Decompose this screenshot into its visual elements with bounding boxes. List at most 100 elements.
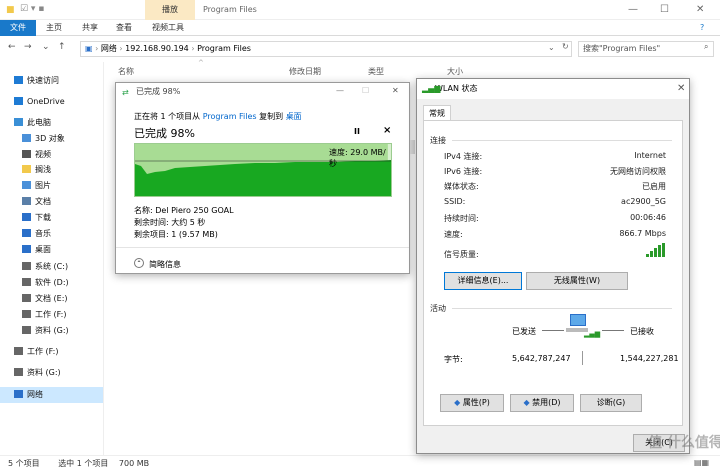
back-icon[interactable]: ← — [8, 42, 16, 52]
file-name: 名称: Del Piero 250 GOAL — [134, 206, 234, 215]
sidebar-item[interactable]: 图片 — [22, 179, 51, 193]
properties-button[interactable]: ◆ 属性(P) — [440, 394, 504, 412]
diagnose-button[interactable]: 诊断(G) — [580, 394, 642, 412]
ipv6-value: 无网络访问权限 — [610, 167, 666, 176]
sidebar-item[interactable]: 网络 — [14, 388, 43, 402]
fewer-details-toggle[interactable]: 简略信息 — [149, 259, 181, 270]
collapse-icon[interactable]: ⌃ — [134, 258, 144, 268]
sidebar-item[interactable]: 工作 (F:) — [14, 345, 58, 359]
forward-icon[interactable]: → — [24, 42, 32, 52]
sidebar-item[interactable]: 搁浅 — [22, 163, 51, 177]
source-link[interactable]: Program Files — [203, 112, 257, 121]
search-input[interactable]: 搜索"Program Files" — [578, 41, 714, 57]
star-icon — [14, 76, 23, 84]
network-computers-icon: ▂▄▆ — [566, 314, 600, 340]
document-icon — [22, 197, 31, 205]
tab-share[interactable]: 共享 — [82, 20, 98, 36]
sidebar-item-label: OneDrive — [27, 97, 65, 106]
address-dropdown-icon[interactable]: ⌄ — [548, 43, 555, 52]
speed-value: 866.7 Mbps — [619, 229, 666, 238]
recent-dropdown-icon[interactable]: ⌄ — [42, 42, 50, 52]
view-toggle-icons[interactable]: ▤▦ — [694, 458, 709, 467]
window-title: Program Files — [203, 5, 257, 14]
sidebar-item[interactable]: 3D 对象 — [22, 132, 65, 146]
sidebar-item[interactable]: 资料 (G:) — [14, 366, 61, 380]
maximize-button[interactable]: ☐ — [660, 4, 669, 15]
sidebar-item[interactable]: 快速访问 — [14, 74, 59, 88]
title-bar — [0, 0, 720, 20]
bytes-received-value: 1,544,227,281 — [620, 354, 679, 363]
breadcrumb-folder[interactable]: Program Files — [197, 44, 251, 53]
sidebar-item[interactable]: 音乐 — [22, 227, 51, 241]
tab-file[interactable]: 文件 — [0, 20, 36, 36]
maximize-button[interactable]: ☐ — [362, 86, 369, 95]
tab-view[interactable]: 查看 — [116, 20, 132, 36]
picture-icon — [22, 181, 31, 189]
activity-group-label: 活动 — [430, 304, 446, 313]
ipv6-label: IPv6 连接: — [444, 167, 483, 176]
drive-icon — [22, 310, 31, 318]
breadcrumb-network[interactable]: 网络 — [101, 44, 117, 53]
scrollbar-thumb[interactable] — [410, 140, 415, 154]
bytes-label: 字节: — [444, 355, 463, 364]
sidebar-item-label: 3D 对象 — [35, 134, 65, 143]
sidebar-item-label: 文档 — [35, 197, 51, 206]
minimize-button[interactable]: — — [336, 86, 344, 95]
duration-value: 00:06:46 — [630, 213, 666, 222]
signal-quality-label: 信号质量: — [444, 250, 479, 259]
sidebar-item-label: 资料 (G:) — [35, 326, 69, 335]
close-button[interactable]: ✕ — [677, 83, 685, 94]
column-name[interactable]: 名称 — [118, 66, 134, 77]
sidebar-item[interactable]: 文档 — [22, 195, 51, 209]
column-type[interactable]: 类型 — [368, 66, 384, 77]
tab-home[interactable]: 主页 — [46, 20, 62, 36]
sidebar-item[interactable]: 桌面 — [22, 243, 51, 257]
close-button[interactable]: ✕ — [696, 4, 704, 15]
sidebar-item-label: 快速访问 — [27, 76, 59, 85]
address-bar[interactable]: ▣ › 网络 › 192.168.90.194 › Program Files — [80, 41, 572, 57]
sidebar-item-label: 资料 (G:) — [27, 368, 61, 377]
sidebar-item[interactable]: 软件 (D:) — [22, 276, 69, 290]
speed-graph: 速度: 29.0 MB/秒 — [134, 143, 392, 197]
sent-label: 已发送 — [512, 327, 536, 336]
pause-button[interactable]: II — [354, 127, 360, 136]
up-icon[interactable]: ↑ — [58, 42, 66, 52]
video-icon — [22, 150, 31, 158]
sidebar-item[interactable]: 文档 (E:) — [22, 292, 68, 306]
ipv4-value: Internet — [634, 151, 666, 160]
tab-video-tools[interactable]: 视频工具 — [152, 20, 184, 36]
sidebar-item[interactable]: 下载 — [22, 211, 51, 225]
sidebar-item-label: 工作 (F:) — [35, 310, 67, 319]
wireless-properties-button[interactable]: 无线属性(W) — [526, 272, 628, 290]
sidebar-item[interactable]: OneDrive — [14, 95, 65, 109]
sidebar-item-label: 搁浅 — [35, 165, 51, 174]
sidebar-item[interactable]: 工作 (F:) — [22, 308, 66, 322]
disable-button[interactable]: ◆ 禁用(D) — [510, 394, 574, 412]
signal-bars-icon — [646, 243, 666, 257]
bytes-divider — [582, 351, 583, 365]
minimize-button[interactable]: — — [628, 4, 638, 15]
sidebar-item[interactable]: 资料 (G:) — [22, 324, 69, 338]
sidebar-item[interactable]: 此电脑 — [14, 116, 51, 130]
details-button[interactable]: 详细信息(E)... — [444, 272, 522, 290]
sidebar-item[interactable]: 视频 — [22, 148, 51, 162]
sidebar-item-label: 文档 (E:) — [35, 294, 68, 303]
destination-link[interactable]: 桌面 — [286, 112, 302, 121]
tab-play[interactable]: 播放 — [145, 4, 195, 15]
sidebar-item-label: 桌面 — [35, 245, 51, 254]
breadcrumb-host[interactable]: 192.168.90.194 — [125, 44, 189, 53]
column-date[interactable]: 修改日期 — [289, 66, 321, 77]
cancel-button[interactable]: × — [383, 125, 391, 136]
sidebar-item[interactable]: 系统 (C:) — [22, 260, 68, 274]
tab-general[interactable]: 常规 — [423, 105, 451, 121]
column-size[interactable]: 大小 — [447, 66, 463, 77]
sidebar-item-label: 下载 — [35, 213, 51, 222]
quick-access-icons[interactable]: ☑ ▾ ▪ — [20, 4, 44, 14]
ssid-value: ac2900_5G — [621, 197, 666, 206]
help-icon[interactable]: ? — [700, 23, 704, 32]
close-button[interactable]: ✕ — [392, 86, 399, 95]
refresh-icon[interactable]: ↻ — [562, 42, 569, 51]
drive-icon — [14, 368, 23, 376]
search-icon[interactable]: ⌕ — [704, 42, 708, 52]
sent-line — [542, 330, 564, 331]
